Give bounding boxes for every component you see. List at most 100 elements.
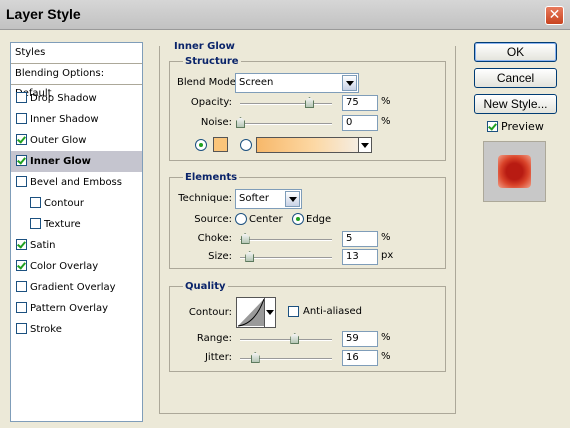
glow-color-swatch[interactable] [213, 137, 228, 152]
styles-list-item-label: Inner Shadow [30, 114, 99, 125]
technique-label: Technique: [178, 193, 232, 204]
range-input[interactable]: 59 [342, 331, 378, 347]
styles-list-item[interactable]: Texture [11, 214, 142, 235]
source-edge-radio[interactable] [292, 213, 304, 225]
styles-list-item[interactable]: Pattern Overlay [11, 298, 142, 319]
choke-label: Choke: [197, 233, 232, 244]
style-enable-checkbox[interactable] [16, 113, 27, 124]
styles-list-item[interactable]: Contour [11, 193, 142, 214]
style-enable-checkbox[interactable] [16, 260, 27, 271]
source-center-radio[interactable] [235, 213, 247, 225]
style-enable-checkbox[interactable] [16, 134, 27, 145]
size-unit: px [381, 250, 394, 261]
elements-title: Elements [183, 172, 240, 183]
opacity-input[interactable]: 75 [342, 95, 378, 111]
styles-list: Styles Blending Options: Default Drop Sh… [10, 42, 143, 422]
anti-aliased-checkbox[interactable] [288, 306, 299, 317]
opacity-slider-track[interactable] [240, 103, 332, 105]
opacity-label: Opacity: [190, 97, 232, 108]
inner-glow-title: Inner Glow [172, 41, 237, 52]
size-label: Size: [208, 251, 232, 262]
styles-list-item-label: Outer Glow [30, 135, 87, 146]
blend-mode-value: Screen [239, 77, 274, 88]
title-bar: Layer Style ✕ [0, 0, 570, 30]
dropdown-arrow-icon [358, 138, 371, 152]
ok-button[interactable]: OK [474, 42, 557, 62]
styles-list-item-label: Texture [44, 219, 81, 230]
range-label: Range: [196, 333, 232, 344]
styles-list-item[interactable]: Inner Glow [11, 151, 142, 172]
close-button[interactable]: ✕ [545, 6, 564, 25]
styles-list-item[interactable]: Bevel and Emboss [11, 172, 142, 193]
noise-unit: % [381, 116, 391, 127]
source-center-label[interactable]: Center [249, 214, 283, 225]
style-enable-checkbox[interactable] [30, 218, 41, 229]
styles-list-item-label: Contour [44, 198, 84, 209]
style-enable-checkbox[interactable] [16, 323, 27, 334]
preview-swatch [498, 155, 531, 188]
styles-list-item-label: Pattern Overlay [30, 303, 109, 314]
styles-list-item[interactable]: Satin [11, 235, 142, 256]
styles-header[interactable]: Styles [11, 43, 142, 64]
styles-list-item-label: Satin [30, 240, 56, 251]
style-enable-checkbox[interactable] [16, 176, 27, 187]
gradient-radio[interactable] [240, 139, 252, 151]
styles-list-item[interactable]: Stroke [11, 319, 142, 340]
styles-list-item-label: Color Overlay [30, 261, 99, 272]
jitter-unit: % [381, 351, 391, 362]
contour-picker[interactable] [236, 297, 276, 328]
styles-list-item[interactable]: Color Overlay [11, 256, 142, 277]
jitter-label: Jitter: [204, 352, 232, 363]
source-edge-label[interactable]: Edge [306, 214, 331, 225]
cancel-button[interactable]: Cancel [474, 68, 557, 88]
style-enable-checkbox[interactable] [16, 281, 27, 292]
contour-label: Contour: [188, 307, 232, 318]
styles-list-item-label: Stroke [30, 324, 62, 335]
choke-input[interactable]: 5 [342, 231, 378, 247]
anti-aliased-label[interactable]: Anti-aliased [303, 306, 362, 317]
close-icon: ✕ [548, 7, 561, 23]
contour-curve-icon [237, 298, 265, 327]
structure-title: Structure [183, 56, 241, 67]
style-enable-checkbox[interactable] [16, 239, 27, 250]
opacity-unit: % [381, 96, 391, 107]
size-input[interactable]: 13 [342, 249, 378, 265]
preview-pane [483, 141, 546, 202]
style-enable-checkbox[interactable] [16, 92, 27, 103]
window-title: Layer Style [6, 6, 81, 22]
new-style-button[interactable]: New Style... [474, 94, 557, 114]
contour-dropdown-icon [264, 298, 275, 327]
styles-list-item[interactable]: Gradient Overlay [11, 277, 142, 298]
style-enable-checkbox[interactable] [16, 302, 27, 313]
blend-mode-label: Blend Mode: [177, 77, 240, 88]
preview-checkbox[interactable] [487, 121, 498, 132]
gradient-picker[interactable] [256, 137, 372, 153]
styles-list-item-label: Bevel and Emboss [30, 177, 122, 188]
jitter-input[interactable]: 16 [342, 350, 378, 366]
preview-label[interactable]: Preview [501, 120, 544, 133]
solid-color-radio[interactable] [195, 139, 207, 151]
source-label: Source: [194, 214, 232, 225]
styles-list-item[interactable]: Drop Shadow [11, 88, 142, 109]
blend-mode-select[interactable]: Screen [235, 73, 359, 93]
technique-select[interactable]: Softer [235, 189, 302, 209]
chevron-down-icon [285, 191, 300, 207]
blending-options-item[interactable]: Blending Options: Default [11, 64, 142, 99]
style-enable-checkbox[interactable] [30, 197, 41, 208]
range-unit: % [381, 332, 391, 343]
quality-title: Quality [183, 281, 228, 292]
style-enable-checkbox[interactable] [16, 155, 27, 166]
styles-list-item-label: Gradient Overlay [30, 282, 116, 293]
noise-input[interactable]: 0 [342, 115, 378, 131]
range-slider-track[interactable] [240, 339, 332, 341]
styles-list-item[interactable]: Outer Glow [11, 130, 142, 151]
styles-list-item[interactable]: Inner Shadow [11, 109, 142, 130]
choke-unit: % [381, 232, 391, 243]
styles-list-item-label: Inner Glow [30, 156, 91, 167]
noise-label: Noise: [200, 117, 232, 128]
technique-value: Softer [239, 193, 269, 204]
chevron-down-icon [342, 75, 357, 91]
choke-slider-track[interactable] [240, 239, 332, 241]
styles-list-item-label: Drop Shadow [30, 93, 97, 104]
noise-slider-track[interactable] [240, 123, 332, 125]
